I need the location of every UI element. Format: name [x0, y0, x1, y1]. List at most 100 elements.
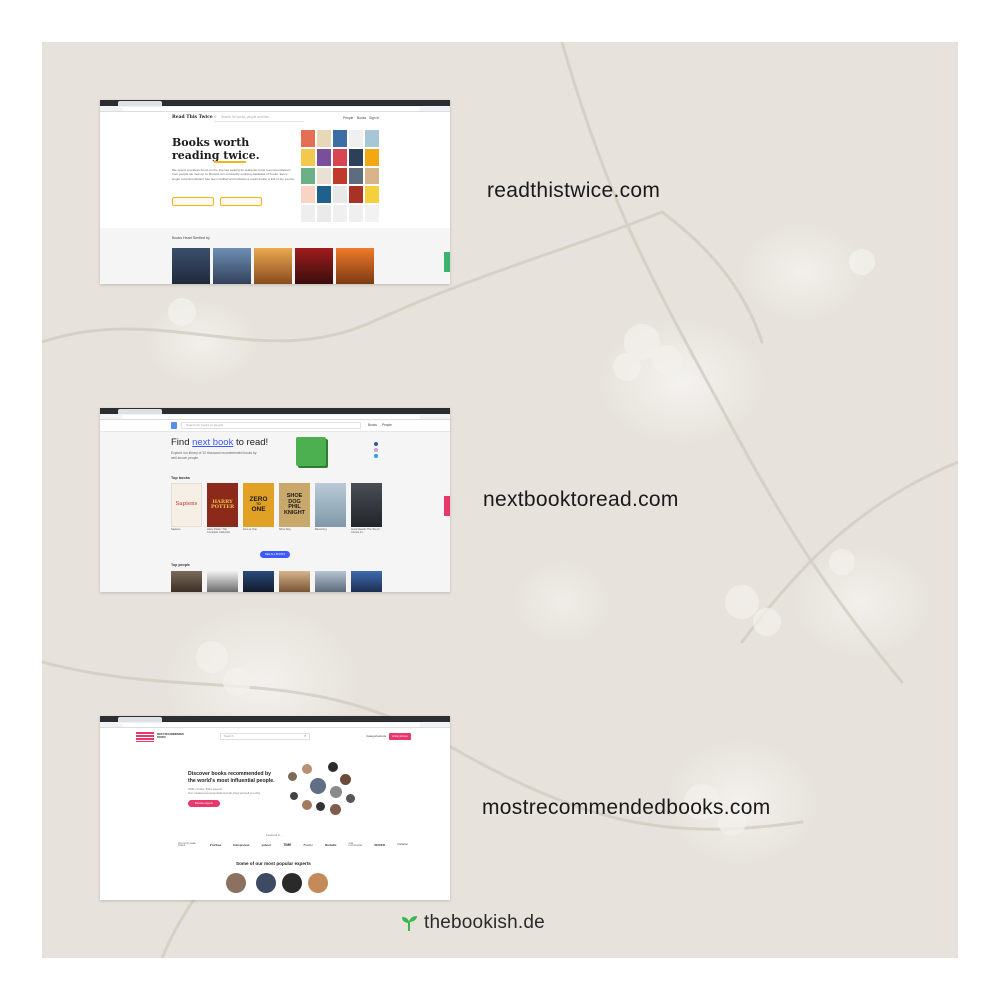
screenshot-readthistwice: Read This Twice ⌕ Search for books, peop… [100, 100, 450, 284]
avatar-2[interactable] [213, 248, 251, 284]
nav-people[interactable]: People [343, 116, 353, 121]
book-card-6[interactable]: Good Hearts: The Tao of Jimmie Jo... [351, 483, 382, 535]
expert-bubble[interactable] [346, 794, 355, 803]
site-logo[interactable]: Read This Twice [172, 115, 213, 121]
person-3[interactable] [243, 571, 274, 592]
library-access-button[interactable]: Library Access [389, 733, 411, 740]
see-all-books-button[interactable]: SEE ALL BOOKS [260, 551, 290, 558]
expert-bubble[interactable] [310, 778, 326, 794]
library-access-label: Library Access [392, 735, 408, 738]
feedback-tab[interactable] [444, 496, 450, 516]
book-card-4[interactable]: SHOE DOG PHIL KNIGHT Shoe Dog [279, 483, 310, 535]
expert-bubble[interactable] [302, 764, 312, 774]
top-books-title: Top books [171, 476, 190, 480]
screenshot-mostrecommendedbooks: MOST RECOMMENDED BOOKS Search ⌕ Categori… [100, 716, 450, 900]
twitter-icon[interactable] [374, 454, 378, 458]
badge-product-of-day[interactable] [172, 197, 214, 206]
see-all-books-label: SEE ALL BOOKS [264, 553, 286, 556]
featured-logo-10: Lifehacker [397, 844, 408, 846]
browser-address-bar[interactable] [100, 106, 450, 112]
search-box[interactable]: ⌕ Search for books, people and lists [214, 114, 304, 122]
avatar-4[interactable] [295, 248, 333, 284]
facebook-icon[interactable] [374, 442, 378, 446]
book-cover-4-line-4: KNIGHT [283, 509, 306, 516]
expert-bubble[interactable] [302, 800, 312, 810]
expert-bubble[interactable] [330, 804, 341, 815]
book-cover-1: Sapiens [171, 483, 202, 527]
nav-books[interactable]: Books [368, 423, 377, 428]
expert-avatar-2[interactable] [256, 873, 276, 893]
expert-avatar-4[interactable] [308, 873, 328, 893]
book-card-5[interactable]: Becoming [315, 483, 346, 535]
book-cover-4: SHOE DOG PHIL KNIGHT [279, 483, 310, 527]
hero-blurb-2: Our curated recommendations both show an… [188, 791, 261, 795]
hero-blurb: Explore our library of 10 thousand recom… [171, 451, 257, 460]
browse-experts-label: Browse experts [195, 802, 213, 805]
site-logo-mark[interactable] [136, 732, 154, 742]
search-placeholder: Search [224, 734, 234, 738]
featured-logo-9: WIRED [374, 843, 386, 847]
book-cover-2-line-2: POTTER [210, 504, 235, 510]
person-5[interactable] [315, 571, 346, 592]
person-2[interactable] [207, 571, 238, 592]
site-logo-text[interactable]: MOST RECOMMENDED BOOKS [157, 733, 185, 739]
nav-lists[interactable]: Lists [380, 734, 386, 738]
avatar-3[interactable] [254, 248, 292, 284]
search-input[interactable]: Search for books or people [181, 422, 361, 429]
nav-books[interactable]: Books [357, 116, 366, 121]
featured-logo-2: Forbes [209, 843, 222, 847]
expert-avatar-1[interactable] [226, 873, 246, 893]
featured-logos: THE NEW YORK TIMES Forbes Entrepreneur y… [178, 842, 408, 848]
browse-experts-button[interactable]: Browse experts [188, 800, 220, 807]
feedback-tab[interactable] [444, 252, 450, 272]
avatar-5[interactable] [336, 248, 374, 284]
featured-logo-7: Mashable [325, 843, 337, 847]
browser-address-bar[interactable] [100, 722, 450, 728]
site-label-mostrecommendedbooks: mostrecommendedbooks.com [482, 796, 771, 819]
search-input[interactable]: Search ⌕ [220, 733, 310, 740]
book-card-1[interactable]: Sapiens Sapiens [171, 483, 202, 535]
expert-avatar-3[interactable] [282, 873, 302, 893]
featured-logo-8: THE ECONOMIST [348, 842, 363, 847]
nav-categories[interactable]: Categories [366, 734, 381, 738]
expert-bubble[interactable] [316, 802, 325, 811]
book-card-3[interactable]: ZERO TO ONE Zero to One [243, 483, 274, 535]
instagram-icon[interactable] [374, 448, 378, 452]
screenshot-nextbooktoread: Search for books or people Books People … [100, 408, 450, 592]
person-4[interactable] [279, 571, 310, 592]
book-cover-2: HARRY POTTER [207, 483, 238, 527]
sprout-icon [402, 916, 417, 931]
search-placeholder: Search for books or people [186, 423, 224, 427]
book-title-1[interactable]: Sapiens [171, 528, 202, 532]
nav-signin[interactable]: Sign In [369, 116, 379, 121]
headline-link[interactable]: next book [192, 437, 233, 448]
site-label-nextbooktoread: nextbooktoread.com [483, 488, 679, 511]
footer-brand: thebookish.de [400, 912, 545, 934]
expert-bubble[interactable] [330, 786, 342, 798]
hero-headline: Find next book to read! [171, 437, 269, 448]
book-title-3[interactable]: Zero to One [243, 528, 274, 532]
person-1[interactable] [171, 571, 202, 592]
expert-bubble[interactable] [290, 792, 298, 800]
top-people-title: Top people [171, 563, 190, 567]
background-panel: Read This Twice ⌕ Search for books, peop… [42, 42, 958, 958]
nav-people[interactable]: People [382, 423, 392, 428]
hero-headline-2: the world's most influential people. [188, 778, 275, 784]
book-title-4[interactable]: Shoe Dog [279, 528, 310, 532]
book-title-6[interactable]: Good Hearts: The Tao of Jimmie Jo... [351, 528, 382, 535]
book-row: Sapiens Sapiens HARRY POTTER Harry Potte… [171, 483, 383, 535]
book-title-2[interactable]: Harry Potter: The Complete Collection [207, 528, 238, 535]
badge-product-of-week[interactable] [220, 197, 262, 206]
book-title-5[interactable]: Becoming [315, 528, 346, 532]
person-6[interactable] [351, 571, 382, 592]
avatar-1[interactable] [172, 248, 210, 284]
featured-logo-3: Entrepreneur [233, 843, 250, 847]
expert-bubble[interactable] [288, 772, 297, 781]
expert-bubble[interactable] [328, 762, 338, 772]
headline-suffix: to read! [233, 437, 269, 448]
green-book-icon [296, 437, 326, 466]
expert-bubble[interactable] [340, 774, 351, 785]
book-card-2[interactable]: HARRY POTTER Harry Potter: The Complete … [207, 483, 238, 535]
site-label-readthistwice: readthistwice.com [487, 179, 661, 202]
site-logo-icon[interactable] [171, 422, 177, 429]
